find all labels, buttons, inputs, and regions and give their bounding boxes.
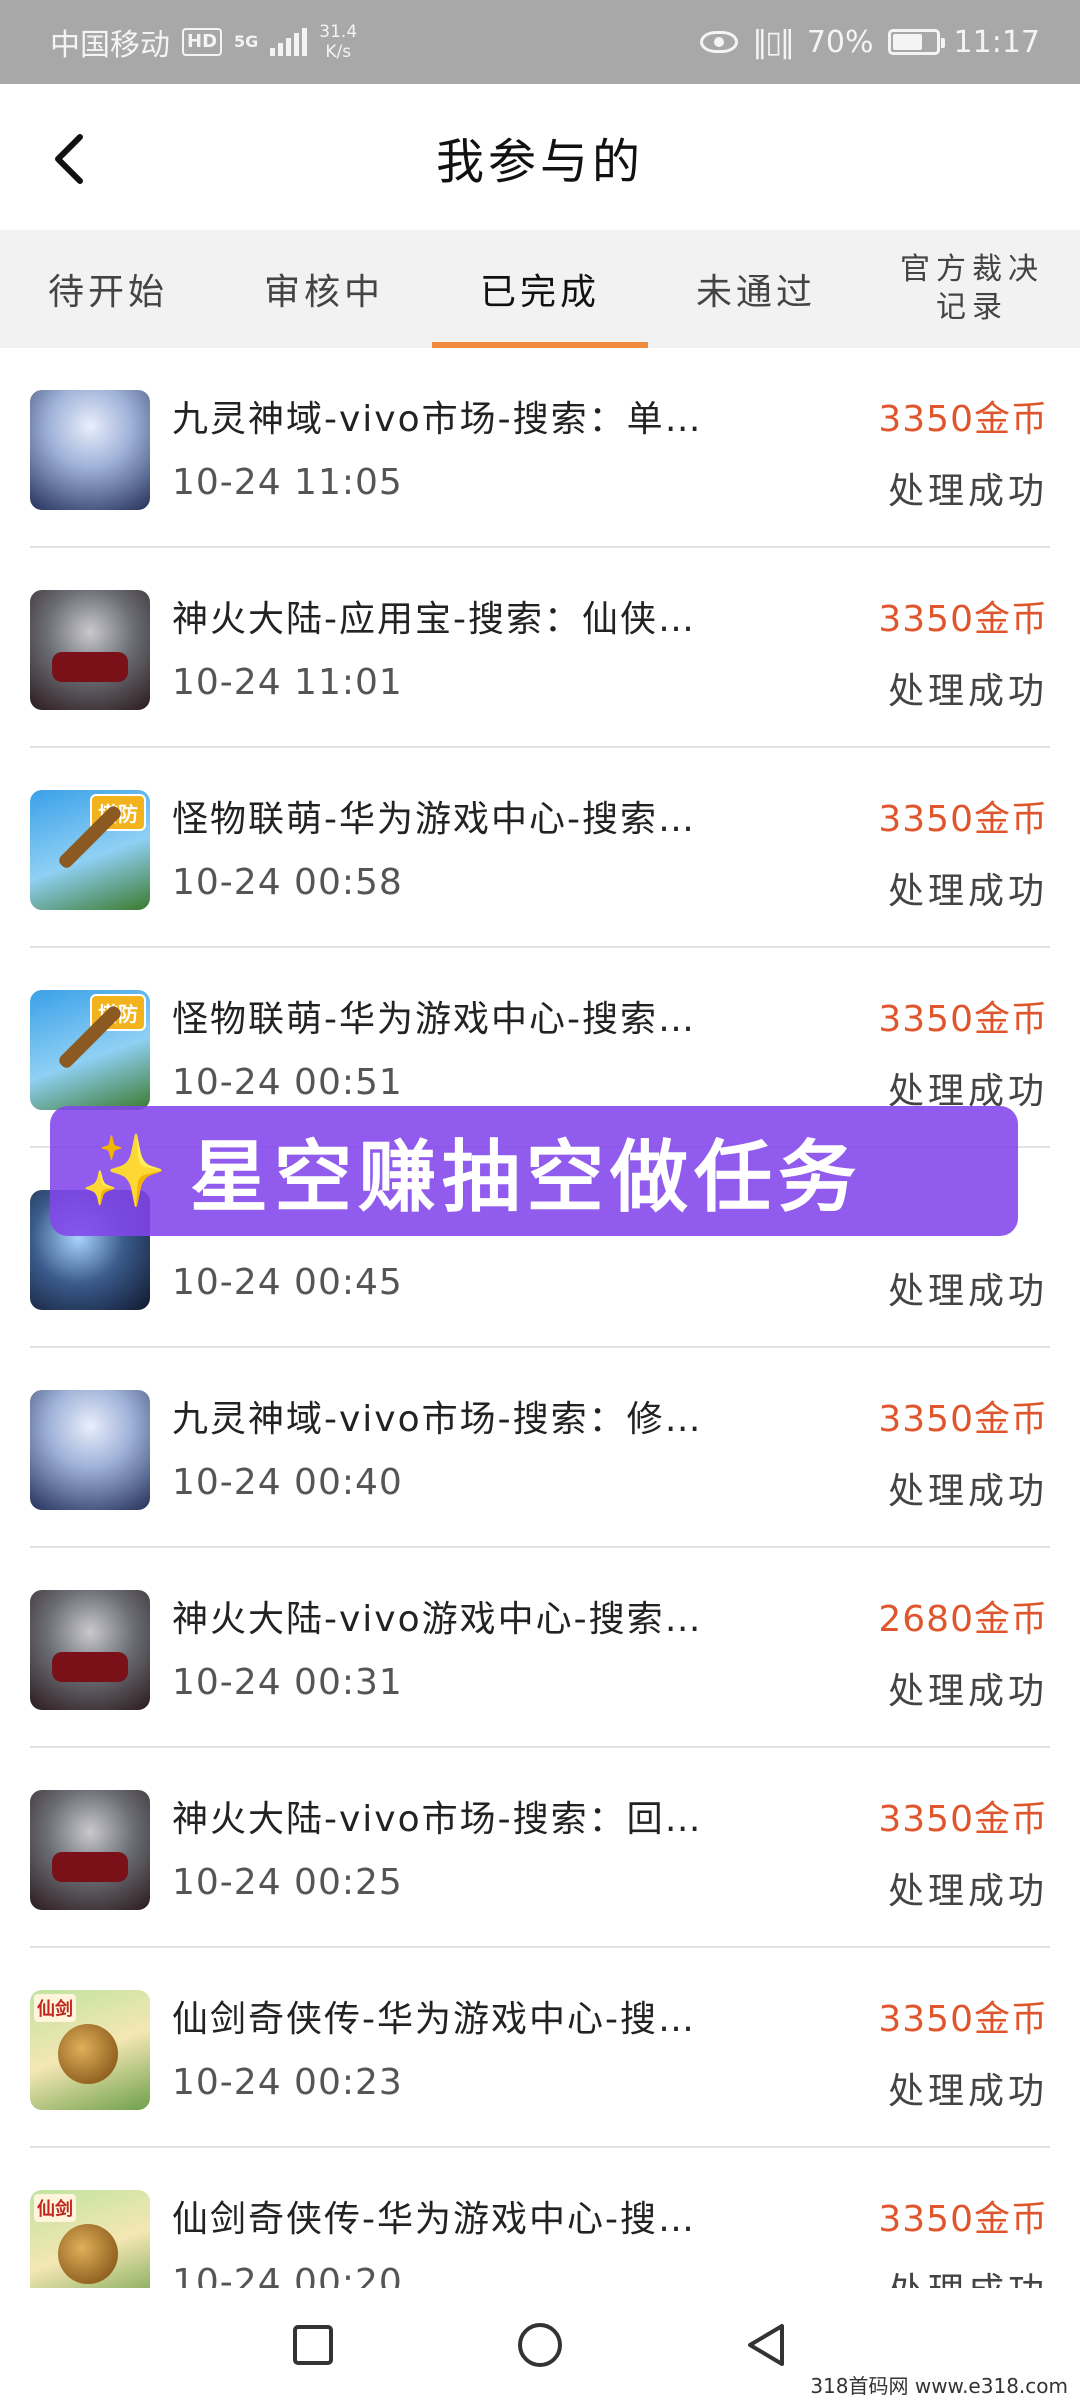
task-time: 10-24 00:23: [172, 2062, 403, 2103]
task-name: 怪物联萌-华为游戏中心-搜索…: [172, 999, 696, 1040]
task-reward: 3350金币: [878, 399, 1048, 440]
task-reward: 3350金币: [878, 1999, 1048, 2040]
task-time: 10-24 00:58: [172, 862, 403, 903]
tab-reviewing[interactable]: 审核中: [216, 230, 432, 348]
tab-bar: 待开始 审核中 已完成 未通过 官方裁决记录: [0, 230, 1080, 348]
task-name: 神火大陆-vivo市场-搜索：回…: [172, 1799, 703, 1840]
game-icon-shenhuo: [30, 590, 150, 710]
promo-banner: ✨ 星空赚抽空做任务: [50, 1106, 1018, 1236]
nav-back-button[interactable]: [737, 2315, 797, 2375]
page-title: 我参与的: [435, 134, 644, 190]
square-icon: [293, 2325, 334, 2365]
list-item[interactable]: 九灵神域-vivo市场-搜索：单… 10-24 11:05 3350金币 处理成…: [30, 348, 1050, 548]
task-name: 神火大陆-应用宝-搜索：仙侠…: [172, 599, 696, 640]
task-reward: 3350金币: [878, 1799, 1048, 1840]
chevron-left-icon: [55, 134, 83, 184]
list-item[interactable]: 仙剑 仙剑奇侠传-华为游戏中心-搜… 10-24 00:23 3350金币 处理…: [30, 1948, 1050, 2148]
game-icon-guaiwu: 塔防: [30, 990, 150, 1110]
app-header: 我参与的: [0, 84, 1080, 230]
task-status: 处理成功: [887, 1871, 1048, 1912]
hd-icon: HD: [182, 28, 223, 56]
xianjian-tag: 仙剑: [34, 1994, 76, 2022]
task-time: 10-24 11:01: [172, 662, 403, 703]
list-item[interactable]: 九灵神域-vivo市场-搜索：修… 10-24 00:40 3350金币 处理成…: [30, 1348, 1050, 1548]
task-reward: 2680金币: [878, 1599, 1048, 1640]
list-item[interactable]: 神火大陆-vivo市场-搜索：回… 10-24 00:25 3350金币 处理成…: [30, 1748, 1050, 1948]
game-icon-xianjian: 仙剑: [30, 1990, 150, 2110]
task-reward: 3350金币: [878, 799, 1048, 840]
task-time: 10-24 00:51: [172, 1062, 403, 1103]
game-icon-shenhuo: [30, 1590, 150, 1710]
task-time: 10-24 00:25: [172, 1862, 403, 1903]
task-time: 10-24 00:31: [172, 1662, 403, 1703]
task-time: 10-24 00:20: [172, 2262, 403, 2288]
task-time: 10-24 11:05: [172, 462, 403, 503]
clock: 11:17: [953, 24, 1040, 60]
banner-text: 星空赚抽空做任务: [190, 1133, 863, 1223]
game-icon-jiuling: [30, 390, 150, 510]
task-status: 处理成功: [887, 671, 1048, 712]
status-bar: 中国移动 HD 5G 31.4 K/s ‖▯‖ 70% 11:17: [0, 0, 1080, 84]
eye-comfort-icon: [700, 31, 739, 53]
site-credit: 318首码网 www.e318.com: [810, 2374, 1068, 2398]
tab-rejected[interactable]: 未通过: [648, 230, 864, 348]
task-status: 处理成功: [887, 871, 1048, 912]
list-item[interactable]: 塔防 怪物联萌-华为游戏中心-搜索… 10-24 00:58 3350金币 处理…: [30, 748, 1050, 948]
triangle-back-icon: [747, 2324, 784, 2366]
list-item[interactable]: 神火大陆-vivo游戏中心-搜索… 10-24 00:31 2680金币 处理成…: [30, 1548, 1050, 1748]
carrier-label: 中国移动: [50, 28, 170, 63]
task-reward: 3350金币: [878, 599, 1048, 640]
task-time: 10-24 00:40: [172, 1462, 403, 1503]
game-icon-guaiwu: 塔防: [30, 790, 150, 910]
game-icon-jiuling: [30, 1390, 150, 1510]
xianjian-tag: 仙剑: [34, 2194, 76, 2222]
tower-defense-tag: 塔防: [90, 794, 146, 831]
tower-defense-tag: 塔防: [90, 994, 146, 1031]
task-name: 神火大陆-vivo游戏中心-搜索…: [172, 1599, 703, 1640]
game-icon-xianjian: 仙剑: [30, 2190, 150, 2288]
tab-official-ruling[interactable]: 官方裁决记录: [864, 230, 1080, 348]
task-reward: 3350金币: [878, 1399, 1048, 1440]
task-name: 怪物联萌-华为游戏中心-搜索…: [172, 799, 696, 840]
battery-icon: [887, 29, 945, 55]
list-item[interactable]: 神火大陆-应用宝-搜索：仙侠… 10-24 11:01 3350金币 处理成功: [30, 548, 1050, 748]
tab-pending[interactable]: 待开始: [0, 230, 216, 348]
back-button[interactable]: [48, 124, 108, 194]
home-button[interactable]: [510, 2315, 570, 2375]
task-status: 处理成功: [888, 2262, 1048, 2288]
signal-icon: [270, 28, 308, 56]
battery-percent: 70%: [806, 24, 874, 60]
vibrate-icon: ‖▯‖: [752, 24, 794, 60]
list-item[interactable]: 仙剑 仙剑奇侠传-华为游戏中心-搜… 10-24 00:20 3350金币 处理…: [30, 2148, 1050, 2288]
task-status: 处理成功: [887, 1471, 1048, 1512]
task-status: 处理成功: [887, 1271, 1048, 1312]
task-status: 处理成功: [887, 471, 1048, 512]
tab-completed[interactable]: 已完成: [432, 230, 648, 348]
task-status: 处理成功: [887, 2071, 1048, 2112]
task-reward: 3350金币: [878, 999, 1048, 1040]
task-name: 仙剑奇侠传-华为游戏中心-搜…: [172, 1999, 696, 2040]
circle-icon: [517, 2323, 562, 2367]
task-reward: 3350金币: [878, 2199, 1048, 2240]
task-list: 九灵神域-vivo市场-搜索：单… 10-24 11:05 3350金币 处理成…: [30, 348, 1050, 2288]
game-icon-shenhuo: [30, 1790, 150, 1910]
recents-button[interactable]: [283, 2315, 343, 2375]
task-status: 处理成功: [887, 1671, 1048, 1712]
task-name: 九灵神域-vivo市场-搜索：修…: [172, 1399, 703, 1440]
task-name: 仙剑奇侠传-华为游戏中心-搜…: [172, 2199, 696, 2240]
network-type: 5G: [234, 32, 259, 51]
task-name: 九灵神域-vivo市场-搜索：单…: [172, 399, 703, 440]
network-speed: 31.4 K/s: [319, 22, 358, 62]
sparkle-icon: ✨: [80, 1129, 168, 1212]
task-time: 10-24 00:45: [172, 1262, 403, 1303]
